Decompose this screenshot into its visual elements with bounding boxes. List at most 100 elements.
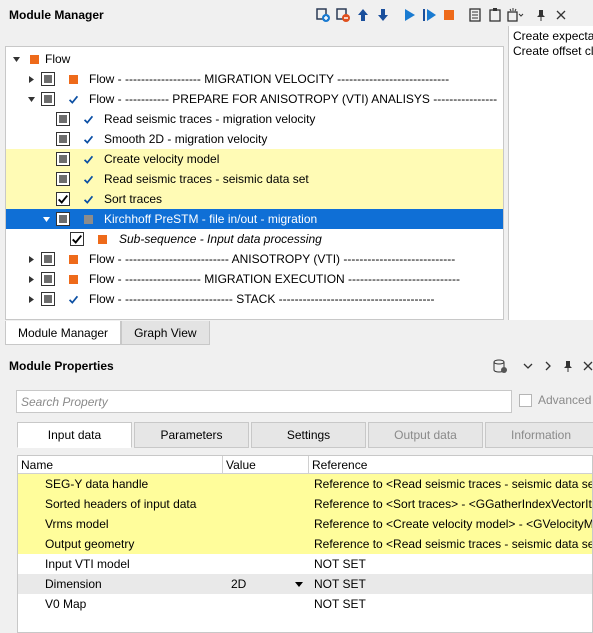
- expand-arrow-right-icon[interactable]: [26, 74, 36, 84]
- tree-item-label: Flow - --------------------------- STACK…: [89, 292, 435, 306]
- checkbox-partial[interactable]: [56, 112, 70, 126]
- tree-item-label: Sub-sequence - Input data processing: [119, 232, 322, 246]
- checkbox-partial[interactable]: [41, 252, 55, 266]
- tree-item-label: Create velocity model: [104, 152, 220, 166]
- column-name[interactable]: Name: [18, 456, 223, 474]
- property-name: Input VTI model: [45, 557, 130, 571]
- tree-item[interactable]: Sort traces: [6, 189, 503, 209]
- tree-item[interactable]: Flow - ------------------- MIGRATION EXE…: [6, 269, 503, 289]
- checkbox-checked[interactable]: [56, 192, 70, 206]
- module-properties-toolbar: [490, 356, 593, 376]
- stop-icon[interactable]: [439, 5, 459, 25]
- tree-item[interactable]: Create velocity model: [6, 149, 503, 169]
- move-up-icon[interactable]: [353, 5, 373, 25]
- tree-item[interactable]: Flow: [6, 49, 503, 69]
- tree-item[interactable]: Flow - -------------------------- ANISOT…: [6, 249, 503, 269]
- settings-dropdown-icon[interactable]: [505, 5, 525, 25]
- checkbox-partial[interactable]: [56, 172, 70, 186]
- expand-arrow-down-icon[interactable]: [26, 94, 36, 104]
- advanced-label: Advanced: [538, 393, 592, 407]
- flow-tree[interactable]: Flow Flow - ------------------- MIGRATION…: [5, 46, 504, 320]
- tree-item[interactable]: Flow - ----------- PREPARE FOR ANISOTROP…: [6, 89, 503, 109]
- checkbox-partial[interactable]: [56, 152, 70, 166]
- column-reference[interactable]: Reference: [309, 456, 592, 474]
- advanced-toggle[interactable]: Advanced: [519, 393, 591, 407]
- table-row[interactable]: Dimension 2D NOT SET: [18, 574, 592, 594]
- chevron-down-icon[interactable]: [518, 356, 538, 376]
- checkbox-checked[interactable]: [70, 232, 84, 246]
- search-placeholder: Search Property: [21, 394, 108, 409]
- dropdown-arrow-icon[interactable]: [295, 582, 303, 587]
- property-value-text: 2D: [231, 577, 247, 591]
- expand-arrow-down-icon[interactable]: [41, 214, 51, 224]
- tab-parameters[interactable]: Parameters: [134, 422, 249, 448]
- property-name: Vrms model: [45, 517, 109, 531]
- property-name: SEG-Y data handle: [45, 477, 149, 491]
- property-reference: NOT SET: [314, 597, 366, 611]
- search-property-input[interactable]: Search Property: [16, 390, 512, 413]
- tree-item-label: Read seismic traces - seismic data set: [104, 172, 309, 186]
- tree-item[interactable]: Sub-sequence - Input data processing: [6, 229, 503, 249]
- tree-item[interactable]: Read seismic traces - migration velocity: [6, 109, 503, 129]
- expand-arrow-down-icon[interactable]: [11, 54, 21, 64]
- property-reference: Reference to <Read seismic traces - seis…: [314, 537, 592, 551]
- tab-information[interactable]: Information: [485, 422, 593, 448]
- advanced-checkbox[interactable]: [519, 393, 532, 407]
- tree-item-label: Kirchhoff PreSTM - file in/out - migrati…: [104, 212, 318, 226]
- tab-settings[interactable]: Settings: [251, 422, 366, 448]
- property-reference: Reference to <Create velocity model> - <…: [314, 517, 592, 531]
- tab-output-data[interactable]: Output data: [368, 422, 483, 448]
- chevron-right-icon[interactable]: [538, 356, 558, 376]
- status-ok-check-icon: [83, 173, 94, 185]
- close-icon[interactable]: [551, 5, 571, 25]
- checkbox-partial[interactable]: [41, 292, 55, 306]
- checkbox-partial[interactable]: [41, 92, 55, 106]
- table-row[interactable]: Input VTI model NOT SET: [18, 554, 592, 574]
- checkbox-partial[interactable]: [56, 212, 70, 226]
- tab-module-manager[interactable]: Module Manager: [5, 321, 122, 345]
- tree-item-label: Flow - ------------------- MIGRATION EXE…: [89, 272, 460, 286]
- move-down-icon[interactable]: [373, 5, 393, 25]
- checkbox-partial[interactable]: [41, 72, 55, 86]
- status-ok-check-icon: [83, 113, 94, 125]
- tab-graph-view[interactable]: Graph View: [121, 321, 210, 345]
- remove-module-icon[interactable]: [333, 5, 353, 25]
- table-row[interactable]: SEG-Y data handle Reference to <Read seis…: [18, 474, 592, 494]
- table-header: Name Value Reference: [18, 456, 592, 474]
- table-row[interactable]: Vrms model Reference to <Create velocity …: [18, 514, 592, 534]
- table-row[interactable]: Sorted headers of input data Reference to…: [18, 494, 592, 514]
- module-description-panel: Create expectable Create offset cla: [508, 26, 593, 320]
- add-module-icon[interactable]: [313, 5, 333, 25]
- table-row[interactable]: Output geometry Reference to <Read seismi…: [18, 534, 592, 554]
- status-idle-icon: [68, 253, 79, 265]
- checkbox-partial[interactable]: [41, 272, 55, 286]
- tree-item[interactable]: Kirchhoff PreSTM - file in/out - migrati…: [6, 209, 503, 229]
- tree-item[interactable]: Flow - ------------------- MIGRATION VEL…: [6, 69, 503, 89]
- description-line: Create offset cla: [513, 44, 593, 58]
- property-value[interactable]: 2D: [223, 577, 309, 591]
- clipboard-icon[interactable]: [485, 5, 505, 25]
- expand-arrow-right-icon[interactable]: [26, 294, 36, 304]
- checkbox-partial[interactable]: [56, 132, 70, 146]
- close-icon[interactable]: [578, 356, 593, 376]
- column-value[interactable]: Value: [223, 456, 309, 474]
- table-body: SEG-Y data handle Reference to <Read seis…: [18, 474, 592, 614]
- log-icon[interactable]: [465, 5, 485, 25]
- tree-item[interactable]: Smooth 2D - migration velocity: [6, 129, 503, 149]
- run-step-icon[interactable]: [419, 5, 439, 25]
- pin-icon[interactable]: [531, 5, 551, 25]
- tab-input-data[interactable]: Input data: [17, 422, 132, 448]
- module-manager-title: Module Manager: [9, 8, 104, 22]
- property-reference: Reference to <Sort traces> - <GGatherInd…: [314, 497, 592, 511]
- tree-item[interactable]: Read seismic traces - seismic data set: [6, 169, 503, 189]
- expand-arrow-right-icon[interactable]: [26, 254, 36, 264]
- pin-icon[interactable]: [558, 356, 578, 376]
- expand-arrow-right-icon[interactable]: [26, 274, 36, 284]
- tree-item[interactable]: Flow - --------------------------- STACK…: [6, 289, 503, 309]
- database-icon[interactable]: [490, 356, 510, 376]
- run-icon[interactable]: [399, 5, 419, 25]
- description-line: Create expectable: [513, 29, 593, 43]
- status-disabled-icon: [83, 213, 94, 225]
- manager-view-tabs: Module Manager Graph View: [5, 321, 210, 345]
- table-row[interactable]: V0 Map NOT SET: [18, 594, 592, 614]
